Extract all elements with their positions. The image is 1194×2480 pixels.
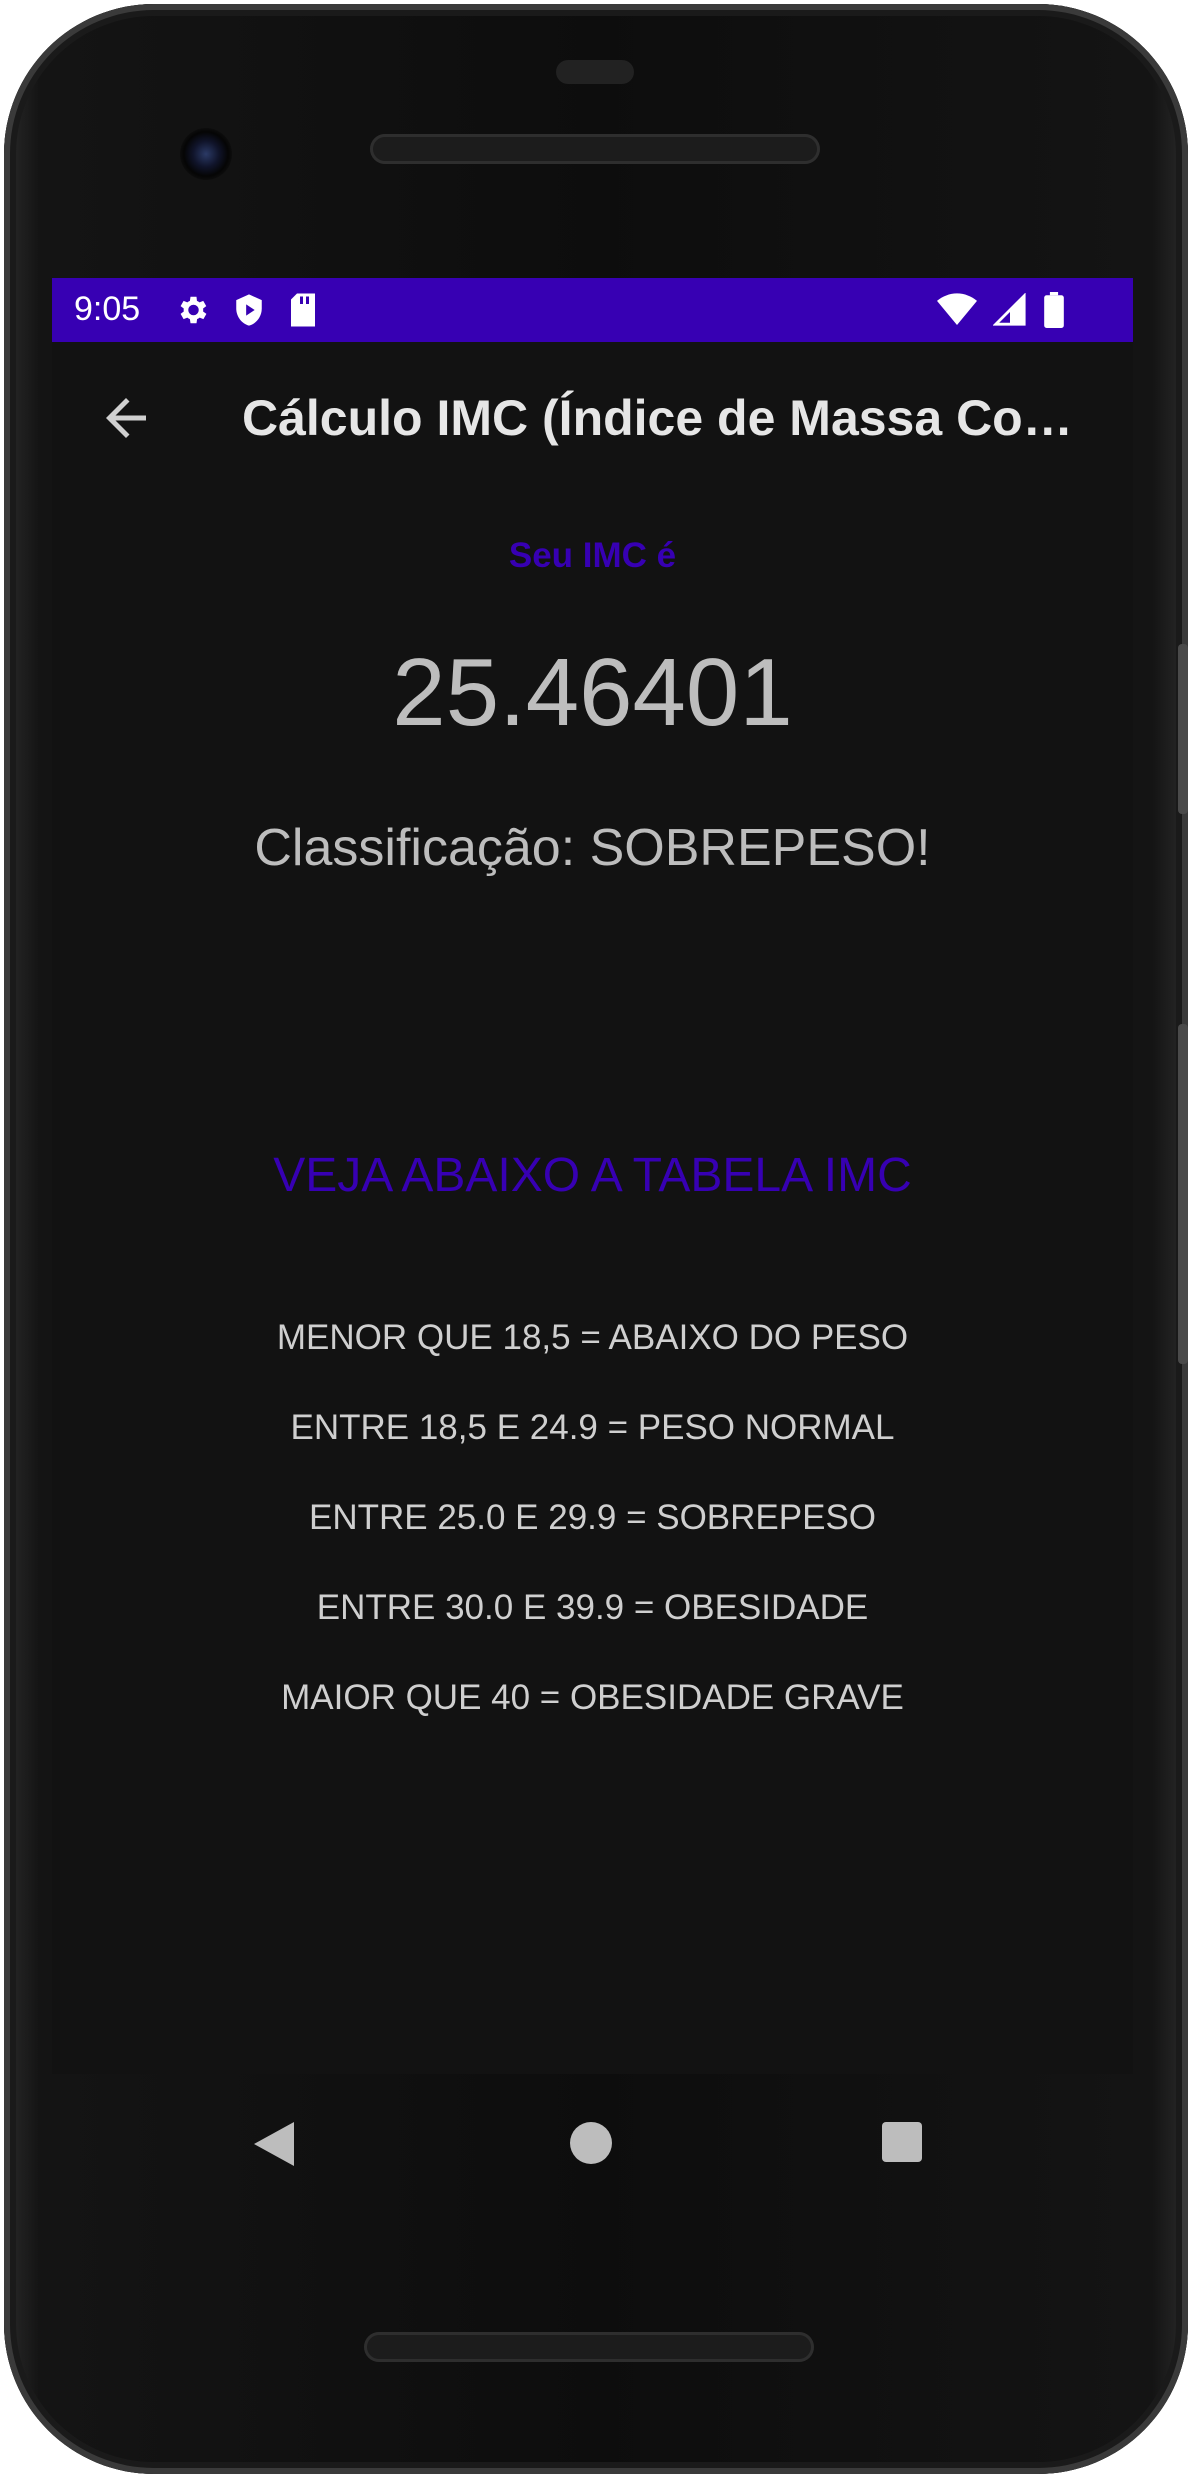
table-heading: VEJA ABAIXO A TABELA IMC: [273, 1149, 912, 1202]
app-bar: Cálculo IMC (Índice de Massa Co…: [52, 342, 1133, 492]
table-row: ENTRE 25.0 E 29.9 = SOBREPESO: [308, 1498, 877, 1537]
nav-back-icon[interactable]: [254, 2122, 294, 2171]
nav-recents-icon[interactable]: [882, 2122, 922, 2167]
app-bar-title: Cálculo IMC (Índice de Massa Co…: [242, 390, 1073, 446]
imc-label: Seu IMC é: [508, 536, 677, 575]
classification-text: Classificação: SOBREPESO!: [254, 819, 931, 877]
nav-home-icon[interactable]: [570, 2122, 612, 2169]
shield-play-icon: [232, 292, 266, 333]
top-speaker: [370, 134, 820, 164]
app-screen: 9:05 Cálculo IMC (Índice de Massa Co… Se…: [52, 278, 1133, 2074]
top-sensor: [556, 60, 634, 84]
table-row: ENTRE 18,5 E 24.9 = PESO NORMAL: [290, 1408, 895, 1447]
battery-icon: [1043, 292, 1065, 333]
navigation-bar: [52, 2074, 1133, 2204]
settings-icon: [174, 292, 210, 333]
sd-card-icon: [288, 292, 318, 333]
table-row: MAIOR QUE 40 = OBESIDADE GRAVE: [281, 1678, 904, 1717]
status-time: 9:05: [74, 290, 141, 328]
arrow-back-icon[interactable]: [96, 388, 156, 448]
status-bar: 9:05: [52, 278, 1133, 342]
imc-value: 25.46401: [392, 639, 793, 746]
table-row: MENOR QUE 18,5 = ABAIXO DO PESO: [276, 1318, 909, 1357]
power-button: [1178, 644, 1188, 814]
bottom-speaker: [364, 2332, 814, 2362]
front-camera: [180, 128, 232, 180]
cell-signal-icon: [992, 292, 1027, 332]
status-icons-right: [937, 292, 1065, 333]
status-icons-left: [174, 292, 318, 333]
wifi-icon: [937, 293, 977, 332]
volume-buttons: [1178, 1024, 1188, 1364]
table-row: ENTRE 30.0 E 39.9 = OBESIDADE: [316, 1588, 869, 1627]
